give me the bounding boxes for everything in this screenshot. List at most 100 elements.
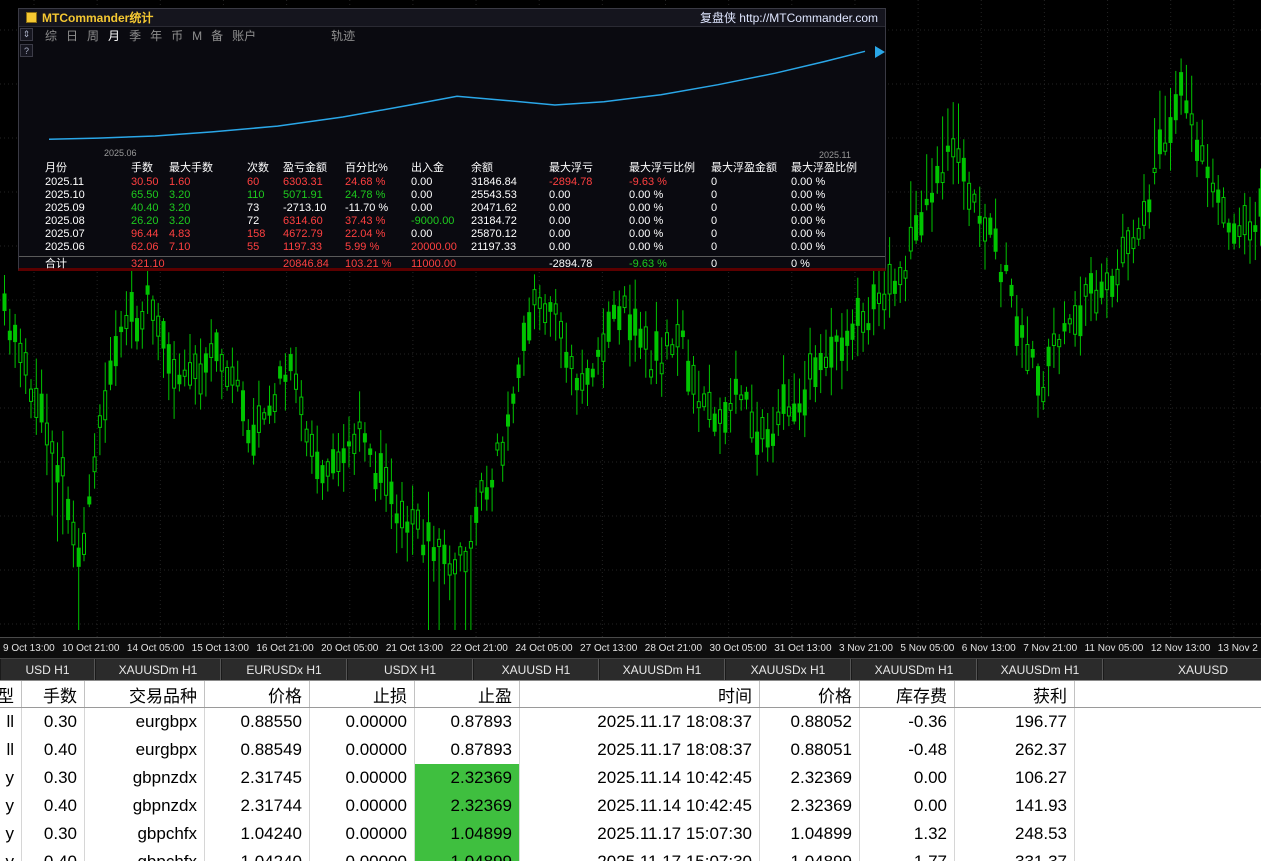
menu-item-日[interactable]: 日 (66, 27, 78, 44)
stats-cell: 0.00 % (791, 202, 885, 215)
tab-symbol[interactable]: XAUUSDm H1 (977, 659, 1103, 680)
stats-cell: 20000.00 (411, 241, 471, 254)
pos-col-tp[interactable]: 止盈 (415, 681, 520, 707)
time-label: 7 Nov 21:00 (1023, 643, 1077, 654)
position-row[interactable]: y0.40gbpchfx1.042400.000001.048992025.11… (0, 848, 1261, 861)
stats-cell: 0.00 % (629, 241, 711, 254)
menu-item-账户[interactable]: 账户 (232, 27, 256, 44)
pos-cell-time: 2025.11.17 18:08:37 (520, 708, 760, 736)
stats-cell: 6303.31 (283, 176, 345, 189)
tab-symbol[interactable]: USD H1 (0, 659, 95, 680)
menu-item-备[interactable]: 备 (211, 27, 223, 44)
menu-item-月[interactable]: 月 (108, 27, 120, 44)
stats-cell: 0.00 % (791, 241, 885, 254)
tab-symbol[interactable]: USDX H1 (347, 659, 473, 680)
pos-cell-type: y (0, 792, 22, 820)
menu-item-M[interactable]: M (192, 29, 202, 43)
pos-cell-symbol: eurgbpx (85, 708, 205, 736)
position-row[interactable]: ll0.40eurgbpx0.885490.000000.878932025.1… (0, 736, 1261, 764)
menu-item-币[interactable]: 币 (171, 27, 183, 44)
stats-cell: -9000.00 (411, 215, 471, 228)
stats-cell: 158 (247, 228, 283, 241)
pos-col-lots[interactable]: 手数 (22, 681, 85, 707)
stats-cell: 96.44 (131, 228, 169, 241)
pos-col-swap[interactable]: 库存费 (860, 681, 955, 707)
stats-cell: -9.63 % (629, 176, 711, 189)
stats-panel: MTCommander统计 复盘侠 http://MTCommander.com… (18, 8, 886, 271)
stats-cell: 0 (711, 202, 791, 215)
pos-col-type[interactable]: 型 (0, 681, 22, 707)
tab-symbol[interactable]: XAUUSDm H1 (95, 659, 221, 680)
stats-header-row: 月份手数最大手数次数盈亏金额百分比%出入金余额最大浮亏最大浮亏比例最大浮盈金额最… (19, 161, 885, 176)
pos-cell-swap: 1.32 (860, 820, 955, 848)
position-row[interactable]: y0.30gbpchfx1.042400.000001.048992025.11… (0, 820, 1261, 848)
menu-item-周[interactable]: 周 (87, 27, 99, 44)
pos-cell-filler (1075, 792, 1261, 820)
pos-cell-price2: 2.32369 (760, 792, 860, 820)
scale-toggle-icon[interactable]: ⇕ (20, 28, 33, 41)
pos-cell-swap: 0.00 (860, 764, 955, 792)
pos-cell-price: 2.31745 (205, 764, 310, 792)
pos-col-filler (1075, 681, 1261, 707)
pos-cell-sl: 0.00000 (310, 792, 415, 820)
stats-cell: 0 (711, 258, 791, 271)
pos-cell-filler (1075, 848, 1261, 861)
tab-symbol[interactable]: XAUUSD (1103, 659, 1261, 680)
pos-cell-filler (1075, 708, 1261, 736)
pos-cell-profit: 262.37 (955, 736, 1075, 764)
pos-col-symbol[interactable]: 交易品种 (85, 681, 205, 707)
tab-symbol[interactable]: XAUUSDm H1 (599, 659, 725, 680)
menu-item-年[interactable]: 年 (150, 27, 162, 44)
pos-col-profit[interactable]: 获利 (955, 681, 1075, 707)
pos-col-sl[interactable]: 止损 (310, 681, 415, 707)
time-label: 16 Oct 21:00 (256, 643, 313, 654)
stats-cell: 2025.11 (45, 176, 131, 189)
stats-cell: 1.60 (169, 176, 247, 189)
position-row[interactable]: y0.30gbpnzdx2.317450.000002.323692025.11… (0, 764, 1261, 792)
stats-cell: -2713.10 (283, 202, 345, 215)
stats-cell: 2025.06 (45, 241, 131, 254)
stats-cell: 0.00 (549, 202, 629, 215)
stats-cell: 2025.08 (45, 215, 131, 228)
time-axis: 9 Oct 13:0010 Oct 21:0014 Oct 05:0015 Oc… (0, 637, 1261, 658)
stats-cell: 37.43 % (345, 215, 411, 228)
menu-item-轨迹[interactable]: 轨迹 (331, 27, 355, 44)
brand-link[interactable]: 复盘侠 http://MTCommander.com (700, 9, 878, 26)
tab-symbol[interactable]: XAUUSDm H1 (851, 659, 977, 680)
pos-cell-sl: 0.00000 (310, 708, 415, 736)
pos-cell-profit: 196.77 (955, 708, 1075, 736)
stats-cell: 0.00 % (791, 176, 885, 189)
stats-cell: -2894.78 (549, 176, 629, 189)
menu-item-季[interactable]: 季 (129, 27, 141, 44)
pos-cell-profit: 141.93 (955, 792, 1075, 820)
stats-titlebar[interactable]: MTCommander统计 复盘侠 http://MTCommander.com (19, 9, 885, 27)
stats-col-header: 百分比% (345, 162, 411, 175)
stats-cell: 25870.12 (471, 228, 549, 241)
pos-cell-swap: -0.36 (860, 708, 955, 736)
equity-x-end-label: 2025.11 (819, 150, 851, 160)
stats-cell: 72 (247, 215, 283, 228)
position-row[interactable]: y0.40gbpnzdx2.317440.000002.323692025.11… (0, 792, 1261, 820)
tab-symbol[interactable]: EURUSDx H1 (221, 659, 347, 680)
stats-col-header: 最大浮亏 (549, 162, 629, 175)
stats-cell: 0.00 % (791, 189, 885, 202)
menu-item-综[interactable]: 综 (45, 27, 57, 44)
stats-col-header: 次数 (247, 162, 283, 175)
time-label: 15 Oct 13:00 (192, 643, 249, 654)
tab-symbol[interactable]: XAUUSDx H1 (725, 659, 851, 680)
equity-chart: 2025.06 2025.11 (19, 44, 885, 161)
pos-col-price[interactable]: 价格 (205, 681, 310, 707)
pos-cell-profit: 106.27 (955, 764, 1075, 792)
tab-symbol[interactable]: XAUUSD H1 (473, 659, 599, 680)
pos-cell-price: 0.88549 (205, 736, 310, 764)
position-row[interactable]: ll0.30eurgbpx0.885500.000000.878932025.1… (0, 708, 1261, 736)
stats-col-header: 最大浮盈金额 (711, 162, 791, 175)
help-icon[interactable]: ? (20, 44, 33, 57)
stats-row: 2025.0826.203.20726314.6037.43 %-9000.00… (19, 215, 885, 228)
pos-col-time[interactable]: 时间 (520, 681, 760, 707)
pos-col-price2[interactable]: 价格 (760, 681, 860, 707)
pos-cell-lots: 0.30 (22, 820, 85, 848)
stats-row: 2025.1065.503.201105071.9124.78 %0.00255… (19, 189, 885, 202)
positions-header-row: 型手数交易品种价格止损止盈时间价格库存费获利 (0, 681, 1261, 708)
time-label: 12 Nov 13:00 (1151, 643, 1211, 654)
